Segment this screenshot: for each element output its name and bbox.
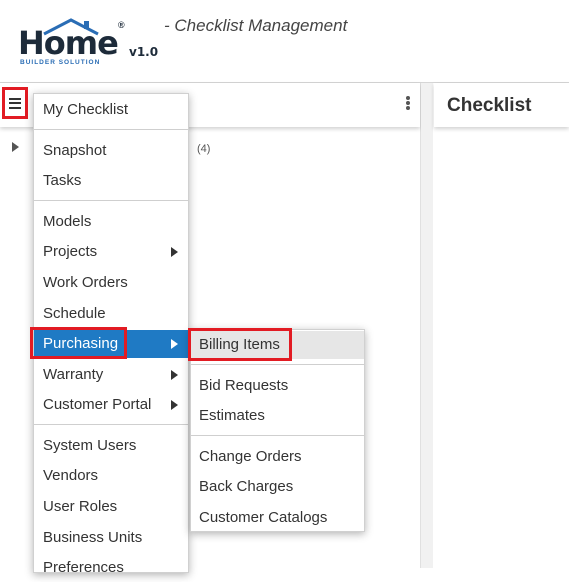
submenu-arrow-icon — [171, 247, 178, 257]
submenu-item-customer-catalogs[interactable]: Customer Catalogs — [191, 504, 364, 532]
page-title: - Checklist Management — [164, 16, 348, 35]
menu-item-business-units[interactable]: Business Units — [34, 524, 188, 552]
menu-item-label: Business Units — [43, 529, 143, 546]
menu-item-purchasing[interactable]: Purchasing — [34, 330, 188, 358]
menu-item-work-orders[interactable]: Work Orders — [34, 269, 188, 297]
menu-item-label: Customer Portal — [43, 396, 152, 413]
submenu-item-change-orders[interactable]: Change Orders — [191, 443, 364, 471]
menu-item-warranty[interactable]: Warranty — [34, 361, 188, 389]
menu-item-label: Purchasing — [43, 335, 119, 352]
submenu-item-label: Change Orders — [199, 448, 302, 465]
submenu-item-label: Estimates — [199, 407, 265, 424]
menu-item-snapshot[interactable]: Snapshot — [34, 137, 188, 165]
menu-item-customer-portal[interactable]: Customer Portal — [34, 391, 188, 419]
purchasing-submenu: Billing Items Bid Requests Estimates Cha… — [190, 329, 365, 532]
menu-icon — [9, 97, 21, 109]
right-toolbar: Checklist — [434, 83, 569, 127]
submenu-item-label: Billing Items — [199, 336, 280, 353]
submenu-item-back-charges[interactable]: Back Charges — [191, 473, 364, 501]
menu-item-label: Tasks — [43, 172, 82, 189]
menu-button[interactable] — [2, 87, 28, 119]
submenu-item-billing-items[interactable]: Billing Items — [191, 331, 364, 359]
menu-item-vendors[interactable]: Vendors — [34, 462, 188, 490]
app-logo: Home ® BUILDER SOLUTION v1.0 — [18, 18, 158, 68]
logo-registered-mark: ® — [118, 20, 125, 30]
panel-gutter — [421, 83, 433, 568]
menu-item-label: Work Orders — [43, 274, 128, 291]
right-panel: Checklist — [434, 83, 569, 568]
menu-item-preferences[interactable]: Preferences — [34, 554, 188, 582]
menu-item-schedule[interactable]: Schedule — [34, 300, 188, 328]
menu-item-label: Schedule — [43, 305, 106, 322]
kebab-icon[interactable] — [404, 96, 412, 112]
tree-item-count: (4) — [197, 143, 211, 155]
submenu-item-label: Customer Catalogs — [199, 509, 328, 526]
menu-item-label: Models — [43, 213, 92, 230]
submenu-item-estimates[interactable]: Estimates — [191, 402, 364, 430]
submenu-separator — [191, 435, 364, 436]
menu-item-label: Snapshot — [43, 142, 107, 159]
menu-item-label: User Roles — [43, 498, 118, 515]
submenu-arrow-icon — [171, 370, 178, 380]
menu-item-label: Warranty — [43, 366, 104, 383]
logo-word: Home — [18, 24, 119, 62]
menu-item-system-users[interactable]: System Users — [34, 432, 188, 460]
menu-separator — [34, 424, 188, 425]
submenu-arrow-icon — [171, 400, 178, 410]
menu-item-tasks[interactable]: Tasks — [34, 167, 188, 195]
menu-item-label: Projects — [43, 243, 98, 260]
logo-tagline: BUILDER SOLUTION — [20, 59, 101, 66]
menu-item-label: System Users — [43, 437, 137, 454]
logo-version: v1.0 — [129, 45, 159, 59]
menu-item-models[interactable]: Models — [34, 208, 188, 236]
main-menu: My Checklist Snapshot Tasks Models Proje… — [33, 93, 189, 576]
submenu-separator — [191, 364, 364, 365]
submenu-item-label: Bid Requests — [199, 377, 289, 394]
menu-item-projects[interactable]: Projects — [34, 238, 188, 266]
menu-item-label: My Checklist — [43, 101, 129, 118]
menu-item-my-checklist[interactable]: My Checklist — [34, 96, 188, 124]
menu-item-user-roles[interactable]: User Roles — [34, 493, 188, 521]
caret-right-icon[interactable] — [12, 142, 19, 152]
submenu-item-bid-requests[interactable]: Bid Requests — [191, 372, 364, 400]
submenu-item-label: Back Charges — [199, 478, 294, 495]
menu-item-label: Vendors — [43, 467, 99, 484]
menu-separator — [34, 129, 188, 130]
submenu-arrow-icon — [171, 339, 178, 349]
checklist-title: Checklist — [447, 95, 532, 116]
menu-separator — [34, 200, 188, 201]
